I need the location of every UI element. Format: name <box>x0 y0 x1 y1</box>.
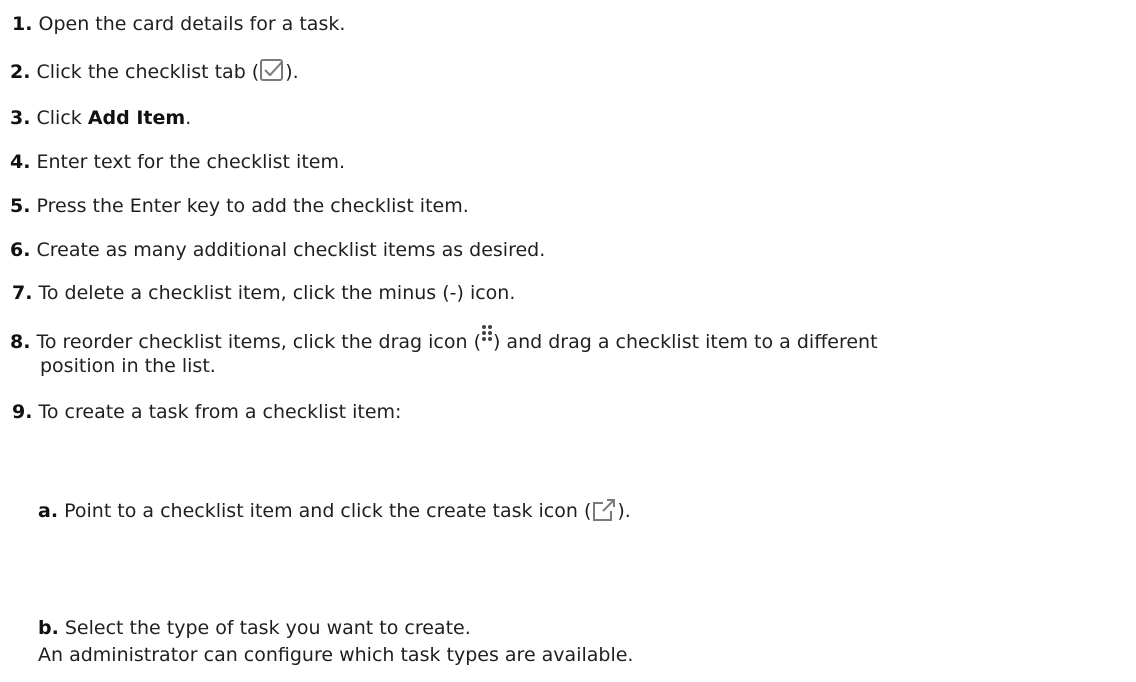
step-number: 2. <box>10 61 31 83</box>
step-text-line2: position in the list. <box>40 355 216 377</box>
substep-letter: a. <box>38 500 59 522</box>
step-text-after: ). <box>285 61 299 83</box>
step-number: 7. <box>12 282 33 304</box>
step-text-after: ) and drag a checklist item to a differe… <box>492 331 878 353</box>
external-link-icon <box>591 498 617 530</box>
substep-a: a. Point to a checklist item and click t… <box>38 497 631 530</box>
step-text: Click the checklist tab ( <box>36 61 260 83</box>
step-8-continuation: position in the list. <box>40 352 216 380</box>
substep-text-after: ). <box>617 500 631 522</box>
substep-b: b. Select the type of task you want to c… <box>38 614 471 642</box>
step-text: Press the Enter key to add the checklist… <box>36 195 469 217</box>
step-text: To create a task from a checklist item: <box>38 401 402 423</box>
step-text: Open the card details for a task. <box>38 13 346 35</box>
step-6: 6. Create as many additional checklist i… <box>10 236 545 264</box>
step-2: 2. Click the checklist tab (). <box>10 57 299 91</box>
drag-dots-icon <box>481 324 493 354</box>
step-text: Enter text for the checklist item. <box>36 151 346 173</box>
step-text-after: . <box>185 107 192 129</box>
step-9: 9. To create a task from a checklist ite… <box>12 398 401 426</box>
step-text: Click <box>36 107 88 129</box>
substep-text-line2: An administrator can configure which tas… <box>38 644 634 666</box>
step-number: 8. <box>10 331 31 353</box>
step-7: 7. To delete a checklist item, click the… <box>12 279 515 307</box>
substep-text: Select the type of task you want to crea… <box>64 617 471 639</box>
substep-b-continuation: An administrator can configure which tas… <box>38 641 633 669</box>
step-number: 1. <box>12 13 33 35</box>
add-item-label: Add Item <box>87 107 186 129</box>
step-number: 5. <box>10 195 31 217</box>
step-text: To delete a checklist item, click the mi… <box>38 282 516 304</box>
substep-text: Point to a checklist item and click the … <box>64 500 592 522</box>
checkbox-checked-icon <box>259 57 285 91</box>
step-3: 3. Click Add Item. <box>10 104 191 132</box>
step-5: 5. Press the Enter key to add the checkl… <box>10 192 469 220</box>
step-4: 4. Enter text for the checklist item. <box>10 148 345 176</box>
substep-letter: b. <box>38 617 59 639</box>
instructions-document: 1. Open the card details for a task. 2. … <box>0 0 1136 682</box>
step-1: 1. Open the card details for a task. <box>12 10 345 38</box>
step-number: 6. <box>10 239 31 261</box>
step-number: 4. <box>10 151 31 173</box>
step-number: 9. <box>12 401 33 423</box>
step-text: Create as many additional checklist item… <box>36 239 546 261</box>
step-number: 3. <box>10 107 31 129</box>
step-text: To reorder checklist items, click the dr… <box>36 331 481 353</box>
